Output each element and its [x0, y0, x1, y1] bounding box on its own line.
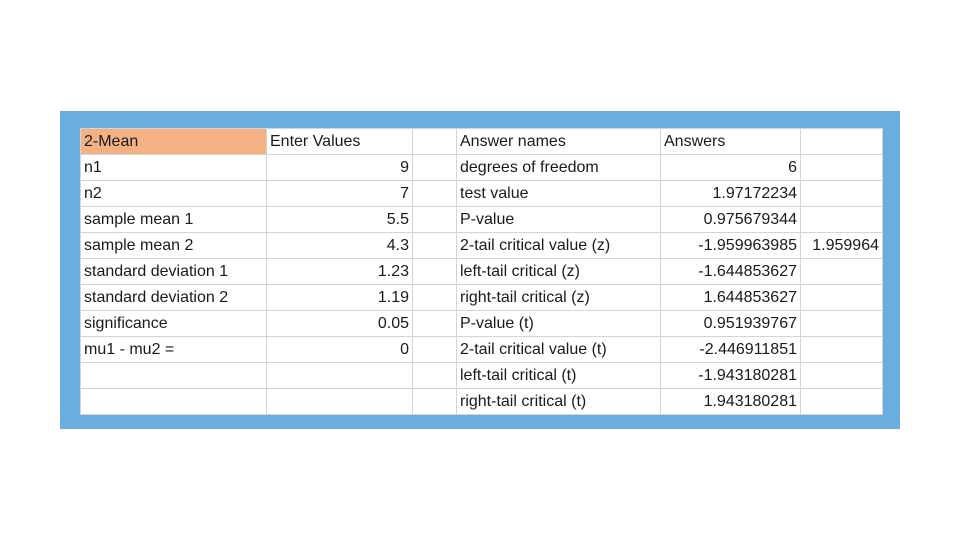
cell-empty[interactable]	[412, 388, 457, 415]
cell-answer-name[interactable]: right-tail critical (t)	[456, 388, 661, 415]
cell-input-name[interactable]: sample mean 1	[80, 206, 267, 233]
cell-empty[interactable]	[412, 310, 457, 337]
cell-answer-name[interactable]: P-value	[456, 206, 661, 233]
cell-extra-value[interactable]	[800, 336, 883, 363]
cell-answer-value[interactable]: 1.943180281	[660, 388, 801, 415]
cell-input-value[interactable]: 9	[266, 154, 413, 181]
cell-input-name[interactable]	[80, 388, 267, 415]
cell-input-name[interactable]: standard deviation 2	[80, 284, 267, 311]
cell-input-name[interactable]: n2	[80, 180, 267, 207]
cell-empty[interactable]	[412, 180, 457, 207]
cell-answer-name[interactable]: left-tail critical (z)	[456, 258, 661, 285]
cell-empty[interactable]	[412, 284, 457, 311]
cell-answer-name[interactable]: test value	[456, 180, 661, 207]
cell-empty[interactable]	[800, 128, 883, 155]
table-row: n2 7 test value 1.97172234	[80, 180, 883, 207]
table-row: standard deviation 2 1.19 right-tail criti…	[80, 284, 883, 311]
cell-input-value[interactable]: 1.23	[266, 258, 413, 285]
cell-empty[interactable]	[412, 206, 457, 233]
cell-input-value[interactable]: 0.05	[266, 310, 413, 337]
cell-answer-value[interactable]: 6	[660, 154, 801, 181]
cell-input-value[interactable]: 4.3	[266, 232, 413, 259]
cell-input-name[interactable]: mu1 - mu2 =	[80, 336, 267, 363]
cell-extra-value[interactable]	[800, 180, 883, 207]
cell-answer-value[interactable]: -2.446911851	[660, 336, 801, 363]
cell-input-value[interactable]: 7	[266, 180, 413, 207]
cell-input-value[interactable]: 0	[266, 336, 413, 363]
cell-empty[interactable]	[412, 258, 457, 285]
cell-answer-value[interactable]: -1.959963985	[660, 232, 801, 259]
cell-extra-value[interactable]	[800, 284, 883, 311]
cell-empty[interactable]	[412, 336, 457, 363]
cell-answer-value[interactable]: 1.97172234	[660, 180, 801, 207]
cell-answer-name[interactable]: 2-tail critical value (t)	[456, 336, 661, 363]
cell-answer-name[interactable]: degrees of freedom	[456, 154, 661, 181]
cell-extra-value[interactable]	[800, 388, 883, 415]
cell-answer-name[interactable]: P-value (t)	[456, 310, 661, 337]
cell-extra-value[interactable]	[800, 206, 883, 233]
spreadsheet-panel: 2-Mean Enter Values Answer names Answers…	[60, 111, 900, 429]
cell-extra-value[interactable]	[800, 310, 883, 337]
cell-answer-name[interactable]: 2-tail critical value (z)	[456, 232, 661, 259]
table-row: sample mean 1 5.5 P-value 0.975679344	[80, 206, 883, 233]
cell-answers-header[interactable]: Answers	[660, 128, 801, 155]
cell-answer-value[interactable]: -1.943180281	[660, 362, 801, 389]
cell-answer-name[interactable]: right-tail critical (z)	[456, 284, 661, 311]
cell-input-value[interactable]	[266, 362, 413, 389]
cell-input-name[interactable]: significance	[80, 310, 267, 337]
spreadsheet-grid: 2-Mean Enter Values Answer names Answers…	[80, 128, 883, 415]
cell-input-name[interactable]: standard deviation 1	[80, 258, 267, 285]
cell-empty[interactable]	[412, 362, 457, 389]
cell-extra-value[interactable]	[800, 258, 883, 285]
cell-answer-value[interactable]: 1.644853627	[660, 284, 801, 311]
table-row: standard deviation 1 1.23 left-tail critic…	[80, 258, 883, 285]
cell-input-value[interactable]: 1.19	[266, 284, 413, 311]
table-row: mu1 - mu2 = 0 2-tail critical value (t) -2.…	[80, 336, 883, 363]
cell-empty[interactable]	[412, 232, 457, 259]
cell-answer-name[interactable]: left-tail critical (t)	[456, 362, 661, 389]
table-row: right-tail critical (t) 1.943180281	[80, 388, 883, 415]
cell-answer-names-header[interactable]: Answer names	[456, 128, 661, 155]
cell-answer-value[interactable]: 0.951939767	[660, 310, 801, 337]
table-row: sample mean 2 4.3 2-tail critical value (z…	[80, 232, 883, 259]
cell-input-name[interactable]: n1	[80, 154, 267, 181]
cell-input-name[interactable]: sample mean 2	[80, 232, 267, 259]
table-row: significance 0.05 P-value (t) 0.951939767	[80, 310, 883, 337]
cell-2-mean-title[interactable]: 2-Mean	[80, 128, 267, 155]
table-row: n1 9 degrees of freedom 6	[80, 154, 883, 181]
cell-extra-value[interactable]: 1.959964	[800, 232, 883, 259]
cell-enter-values-header[interactable]: Enter Values	[266, 128, 413, 155]
table-row: left-tail critical (t) -1.943180281	[80, 362, 883, 389]
cell-empty[interactable]	[412, 128, 457, 155]
cell-input-value[interactable]: 5.5	[266, 206, 413, 233]
cell-answer-value[interactable]: 0.975679344	[660, 206, 801, 233]
cell-extra-value[interactable]	[800, 362, 883, 389]
cell-input-name[interactable]	[80, 362, 267, 389]
cell-input-value[interactable]	[266, 388, 413, 415]
header-row: 2-Mean Enter Values Answer names Answers	[80, 128, 883, 155]
cell-empty[interactable]	[412, 154, 457, 181]
cell-answer-value[interactable]: -1.644853627	[660, 258, 801, 285]
cell-extra-value[interactable]	[800, 154, 883, 181]
